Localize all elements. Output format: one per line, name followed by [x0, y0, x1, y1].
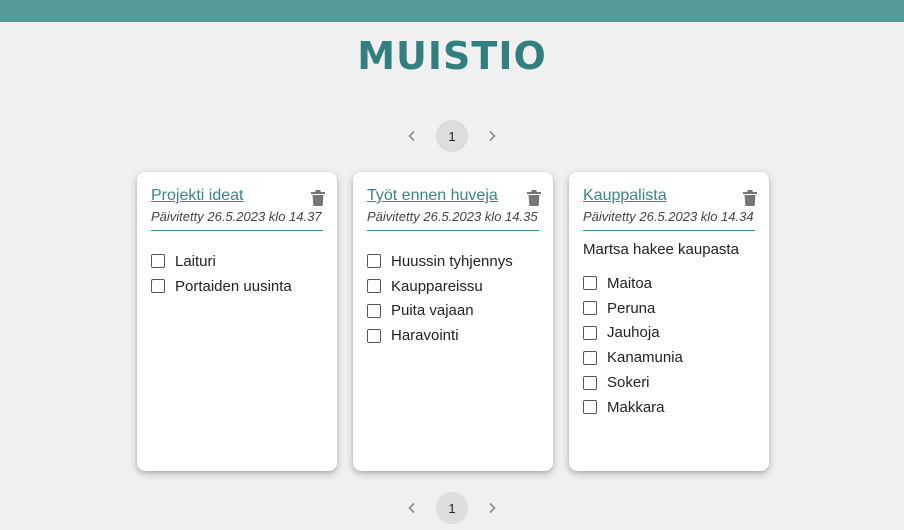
notes-grid: Projekti ideat Päivitetty 26.5.2023 klo …: [137, 172, 769, 471]
page-button[interactable]: 1: [436, 492, 468, 524]
checklist: Laituri Portaiden uusinta: [151, 249, 323, 299]
note-title-link[interactable]: Työt ennen huveja: [367, 186, 498, 206]
chevron-right-icon[interactable]: [478, 494, 506, 522]
note-updated-date: Päivitetty 26.5.2023 klo 14.37: [151, 209, 323, 231]
note-updated-date: Päivitetty 26.5.2023 klo 14.35: [367, 209, 539, 231]
checklist: Maitoa Peruna Jauhoja Kanamunia Sokeri M…: [583, 271, 755, 420]
checkbox[interactable]: [367, 279, 381, 294]
note-title-link[interactable]: Projekti ideat: [151, 186, 244, 206]
chevron-right-icon[interactable]: [478, 122, 506, 150]
checklist-item-label: Haravointi: [391, 327, 459, 345]
note-updated-date: Päivitetty 26.5.2023 klo 14.34: [583, 209, 755, 231]
pagination-top: 1: [0, 120, 904, 152]
checklist-item: Jauhoja: [583, 321, 755, 346]
checklist-item-label: Kauppareissu: [391, 277, 483, 295]
top-bar: [0, 0, 904, 22]
checklist-item: Kanamunia: [583, 345, 755, 370]
checklist-item-label: Huussin tyhjennys: [391, 252, 513, 270]
checklist-item: Huussin tyhjennys: [367, 249, 539, 274]
checkbox[interactable]: [151, 254, 165, 269]
checklist-item-label: Makkara: [607, 398, 665, 416]
checklist-item: Maitoa: [583, 271, 755, 296]
app-logo: MUISTIO: [357, 34, 547, 78]
checkbox[interactable]: [583, 400, 597, 415]
checkbox[interactable]: [367, 328, 381, 343]
checklist-item: Haravointi: [367, 323, 539, 348]
pagination-bottom: 1: [0, 492, 904, 524]
checklist: Huussin tyhjennys Kauppareissu Puita vaj…: [367, 249, 539, 348]
checklist-item: Puita vajaan: [367, 299, 539, 324]
checklist-item-label: Kanamunia: [607, 349, 683, 367]
checklist-item-label: Portaiden uusinta: [175, 277, 292, 295]
note-card: Työt ennen huveja Päivitetty 26.5.2023 k…: [353, 172, 553, 471]
note-title-link[interactable]: Kauppalista: [583, 186, 667, 206]
checklist-item: Makkara: [583, 395, 755, 420]
checklist-item-label: Laituri: [175, 252, 216, 270]
checklist-item-label: Peruna: [607, 299, 656, 317]
chevron-left-icon[interactable]: [398, 122, 426, 150]
trash-icon[interactable]: [527, 190, 541, 206]
checklist-item-label: Jauhoja: [607, 324, 660, 342]
checklist-item-label: Sokeri: [607, 374, 650, 392]
trash-icon[interactable]: [743, 190, 757, 206]
checklist-item-label: Puita vajaan: [391, 302, 474, 320]
page-button[interactable]: 1: [436, 120, 468, 152]
checkbox[interactable]: [583, 350, 597, 365]
note-card: Kauppalista Päivitetty 26.5.2023 klo 14.…: [569, 172, 769, 471]
checkbox[interactable]: [151, 279, 165, 294]
trash-icon[interactable]: [311, 190, 325, 206]
checkbox[interactable]: [583, 325, 597, 340]
checklist-item: Kauppareissu: [367, 274, 539, 299]
checklist-item: Sokeri: [583, 370, 755, 395]
checklist-item: Portaiden uusinta: [151, 274, 323, 299]
checkbox[interactable]: [583, 301, 597, 316]
chevron-left-icon[interactable]: [398, 494, 426, 522]
checklist-item: Peruna: [583, 296, 755, 321]
note-card: Projekti ideat Päivitetty 26.5.2023 klo …: [137, 172, 337, 471]
checklist-item: Laituri: [151, 249, 323, 274]
checklist-item-label: Maitoa: [607, 274, 653, 292]
checkbox[interactable]: [583, 375, 597, 390]
checkbox[interactable]: [583, 276, 597, 291]
checkbox[interactable]: [367, 303, 381, 318]
note-description: Martsa hakee kaupasta: [583, 241, 739, 258]
checkbox[interactable]: [367, 254, 381, 269]
